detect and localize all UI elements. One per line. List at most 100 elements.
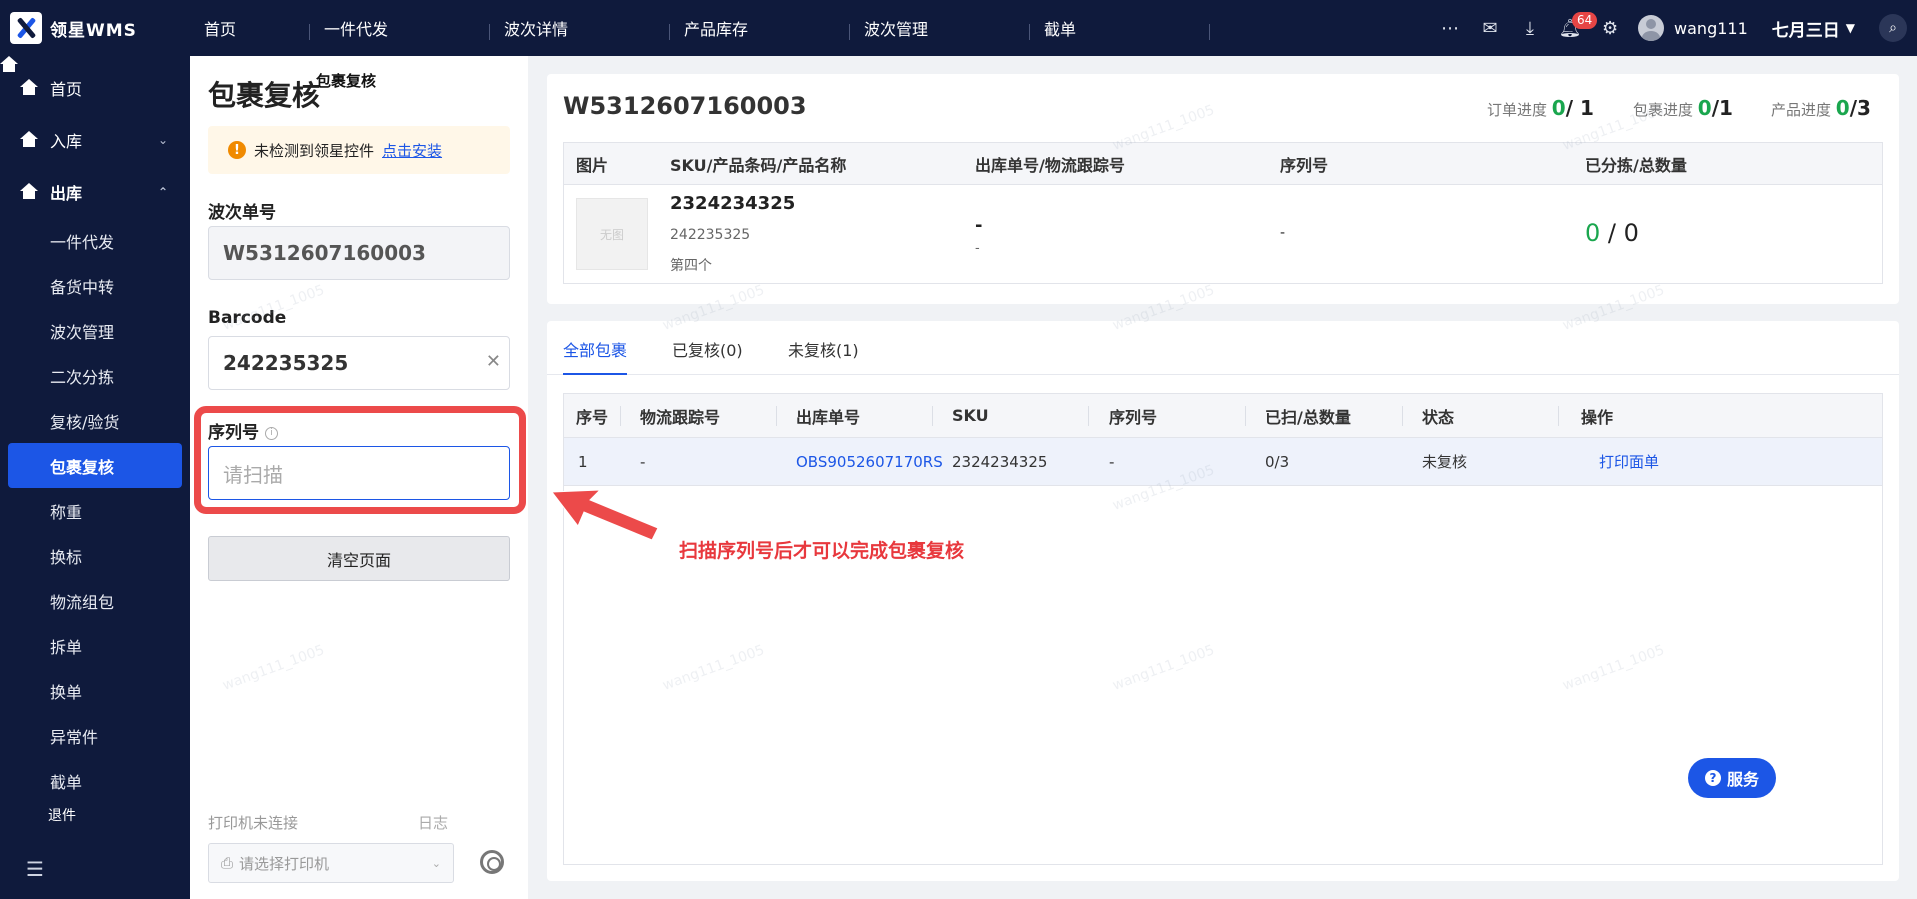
wave-number-heading: W5312607160003: [563, 92, 807, 120]
brand[interactable]: 领星WMS: [0, 0, 190, 56]
table-row[interactable]: 1 - OBS9052607170RS 2324234325 - 0/3 未复核…: [564, 438, 1882, 486]
column-header: 出库单号: [796, 407, 861, 427]
product-progress: 产品进度 0/3: [1771, 96, 1871, 120]
topnav-cutoff[interactable]: 截单: [1030, 0, 1210, 56]
download-icon[interactable]: ⤓: [1510, 0, 1550, 56]
row-index: 1: [578, 452, 588, 471]
serial-value: -: [1280, 225, 1286, 241]
printer-log-link[interactable]: 日志: [418, 812, 448, 833]
product-progress-label: 产品进度: [1771, 101, 1832, 119]
row-status: 未复核: [1422, 453, 1468, 471]
printer-settings-icon[interactable]: [480, 850, 504, 874]
sidebar-item-outbound[interactable]: 出库 ⌃: [0, 166, 190, 218]
column-header: 物流跟踪号: [640, 407, 721, 427]
sidebar-subitem[interactable]: 拆单: [0, 623, 190, 668]
table-row: 无图 2324234325 242235325 第四个 - - - 0 / 0: [564, 185, 1882, 283]
top-bar: 领星WMS 首页 一件代发 波次详情 产品库存 波次管理 截单 ⋯ ✉ ⤓ 🔔︎…: [0, 0, 1917, 56]
row-scanned: 0/3: [1265, 452, 1290, 471]
order-progress-total: / 1: [1565, 96, 1594, 120]
topnav-home[interactable]: 首页: [190, 0, 310, 56]
sidebar-item-label: 入库: [50, 132, 83, 151]
barcode-input[interactable]: 242235325 ✕: [208, 336, 510, 390]
barcode-label: Barcode: [208, 308, 287, 328]
warning-icon: !: [228, 141, 246, 159]
product-image-placeholder: 无图: [576, 198, 648, 270]
sidebar-item-home[interactable]: 首页: [0, 62, 190, 114]
sidebar-subitem[interactable]: 波次管理: [0, 308, 190, 353]
product-progress-done: 0: [1835, 96, 1850, 120]
print-label-link[interactable]: 打印面单: [1599, 438, 1659, 485]
clear-page-button[interactable]: 清空页面: [208, 536, 510, 581]
printer-select[interactable]: ⎙ 请选择打印机 ⌄: [208, 843, 454, 883]
sidebar-subitem[interactable]: 物流组包: [0, 578, 190, 623]
service-button[interactable]: ? 服务: [1688, 758, 1776, 798]
sidebar-subitem[interactable]: 换单: [0, 668, 190, 713]
info-icon[interactable]: i: [265, 426, 278, 440]
tracking-number: -: [975, 241, 980, 256]
settings-icon[interactable]: ⚙: [1590, 0, 1630, 56]
returns-icon: [20, 807, 38, 823]
caret-down-icon[interactable]: ▼: [1846, 21, 1855, 35]
sidebar-subitem[interactable]: 二次分拣: [0, 353, 190, 398]
printer-placeholder: 请选择打印机: [239, 854, 330, 873]
tab-unreviewed[interactable]: 未复核(1): [788, 337, 859, 375]
more-icon[interactable]: ⋯: [1430, 0, 1470, 56]
install-link[interactable]: 点击安装: [382, 140, 442, 161]
row-outbound-link[interactable]: OBS9052607170RS: [796, 438, 943, 485]
help-icon: ?: [1704, 770, 1721, 786]
product-name: 第四个: [670, 258, 712, 274]
sidebar-subitem[interactable]: 一件代发: [0, 218, 190, 263]
sidebar-subitem[interactable]: 截单: [0, 758, 190, 803]
order-progress: 订单进度 0/ 1: [1487, 96, 1594, 120]
annotation-text: 扫描序列号后才可以完成包裹复核: [679, 540, 965, 562]
row-tracking: -: [640, 452, 646, 471]
package-tabs: 全部包裹 已复核(0) 未复核(1): [547, 321, 1899, 375]
avatar[interactable]: [1638, 15, 1665, 41]
topnav-dropship[interactable]: 一件代发: [310, 0, 490, 56]
tab-all-packages[interactable]: 全部包裹: [563, 337, 628, 375]
sidebar-subitem[interactable]: 复核/验货: [0, 398, 190, 443]
company-switcher[interactable]: 七月三日: [1772, 16, 1840, 41]
row-serial: -: [1109, 452, 1115, 471]
serial-input[interactable]: 请扫描: [208, 446, 510, 500]
top-right-tools: ⋯ ✉ ⤓ 🔔︎ 64 ⚙ wang111 七月三日 ▼ ⌕: [1430, 0, 1917, 56]
package-progress-done: 0: [1697, 96, 1712, 120]
topnav-wave-management[interactable]: 波次管理: [850, 0, 1030, 56]
chevron-up-icon: ⌃: [157, 185, 168, 199]
product-table: 图片 SKU/产品条码/产品名称 出库单号/物流跟踪号 序列号 已分拣/总数量 …: [563, 142, 1883, 284]
username[interactable]: wang111: [1674, 19, 1748, 38]
page-title: 包裹复核: [208, 79, 321, 112]
bell-icon[interactable]: 🔔︎ 64: [1550, 0, 1598, 56]
service-label: 服务: [1726, 770, 1759, 789]
topnav-product-inventory[interactable]: 产品库存: [670, 0, 850, 56]
sidebar-item-inbound[interactable]: 入库 ⌄: [0, 114, 190, 166]
order-progress-label: 订单进度: [1487, 101, 1548, 119]
column-header: 序列号: [1280, 155, 1329, 175]
tab-reviewed[interactable]: 已复核(0): [672, 337, 743, 375]
table-header: 图片 SKU/产品条码/产品名称 出库单号/物流跟踪号 序列号 已分拣/总数量: [564, 143, 1882, 185]
sidebar-subitem-active[interactable]: 包裹复核: [8, 443, 182, 488]
inbox-icon[interactable]: ✉: [1470, 0, 1510, 56]
search-icon[interactable]: ⌕: [1879, 14, 1907, 42]
sidebar-subitem[interactable]: 换标: [0, 533, 190, 578]
clear-icon[interactable]: ✕: [486, 351, 501, 372]
chevron-down-icon: ⌄: [431, 856, 441, 870]
packages-table: 序号 物流跟踪号 出库单号 SKU 序列号 已扫/总数量 状态 操作 1 - O…: [563, 393, 1883, 865]
column-header: 操作: [1581, 407, 1614, 427]
collapse-menu-icon[interactable]: ☰: [26, 857, 44, 881]
sidebar-subitem[interactable]: 备货中转: [0, 263, 190, 308]
sidebar-item-label: 首页: [50, 80, 83, 99]
order-progress-done: 0: [1551, 96, 1566, 120]
warning-text: 未检测到领星控件: [254, 141, 375, 160]
home-icon: [20, 79, 40, 97]
serial-placeholder: 请扫描: [223, 462, 283, 487]
topnav-wave-detail[interactable]: 波次详情: [490, 0, 670, 56]
column-header: 出库单号/物流跟踪号: [975, 155, 1125, 175]
scan-panel: 包裹复核 包裹复核 ! 未检测到领星控件 点击安装 波次单号 W53126071…: [190, 56, 528, 899]
column-header: 序列号: [1109, 407, 1158, 427]
column-header: SKU/产品条码/产品名称: [670, 155, 847, 175]
sidebar-item-returns[interactable]: 退件: [0, 803, 190, 827]
sidebar-subitem[interactable]: 称重: [0, 488, 190, 533]
sidebar-subitem[interactable]: 异常件: [0, 713, 190, 758]
package-progress: 包裹进度 0/1: [1633, 96, 1733, 120]
